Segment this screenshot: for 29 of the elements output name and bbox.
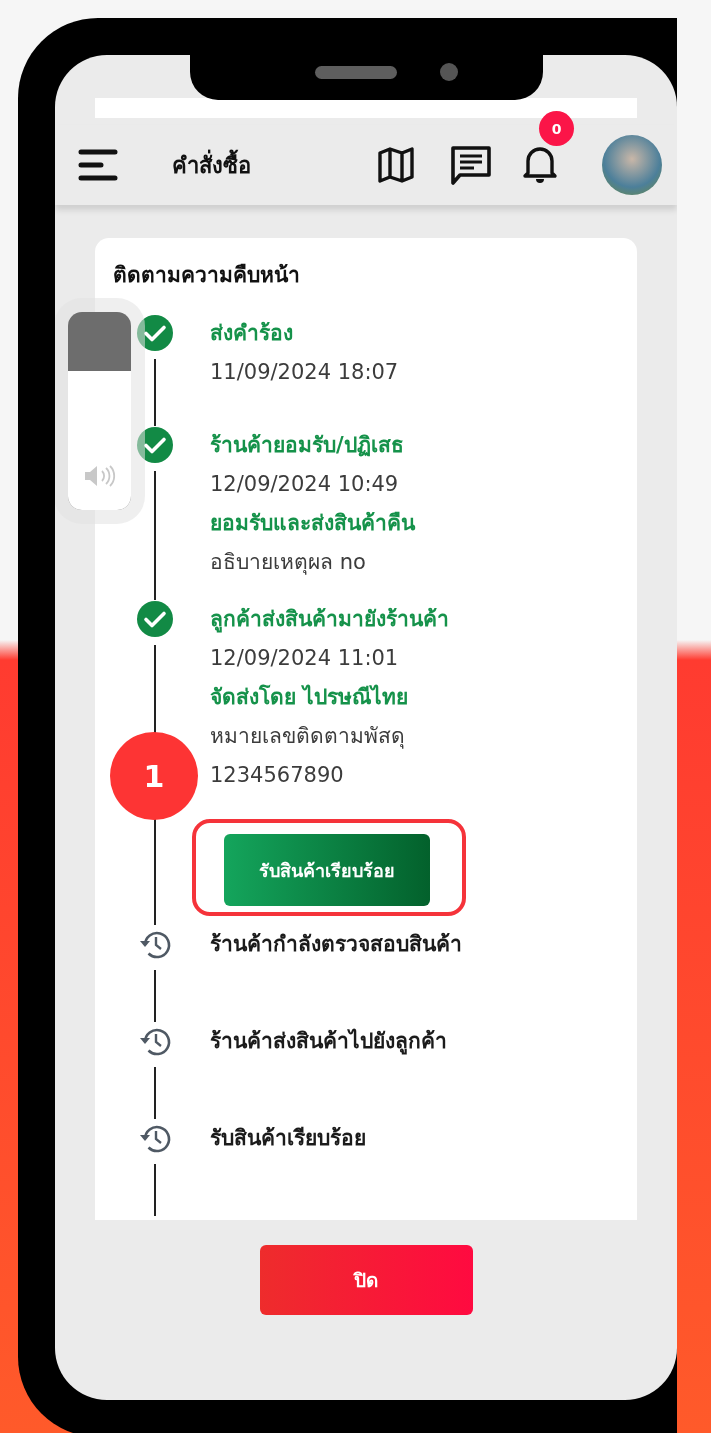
step-title: รับสินค้าเรียบร้อย	[210, 1125, 367, 1152]
check-circle-icon	[137, 601, 173, 637]
check-circle-icon	[137, 315, 173, 351]
speaker-icon	[82, 464, 117, 488]
step-date: 11/09/2024 18:07	[210, 359, 400, 386]
step-title: ร้านค้ากำลังตรวจสอบสินค้า	[210, 931, 463, 958]
menu-icon[interactable]	[78, 148, 118, 182]
step-title: ร้านค้ายอมรับ/ปฏิเสธ	[210, 432, 405, 459]
card-title: ติดตามความคืบหน้า	[113, 262, 301, 289]
chat-icon[interactable]	[450, 145, 492, 185]
step-note: อธิบายเหตุผล no	[210, 549, 367, 577]
step-note: 1234567890	[210, 762, 345, 789]
close-button[interactable]: ปิด	[259, 1245, 473, 1315]
step-title: ลูกค้าส่งสินค้ามายังร้านค้า	[210, 606, 450, 635]
step-note: หมายเลขติดตามพัสดุ	[210, 723, 406, 751]
received-button[interactable]: รับสินค้าเรียบร้อย	[224, 834, 430, 906]
map-icon[interactable]	[377, 146, 415, 184]
check-circle-icon	[137, 427, 173, 463]
page-title: คำสั่งซื้อ	[172, 147, 251, 183]
step-title: ส่งคำร้อง	[210, 320, 294, 347]
volume-slider[interactable]	[68, 312, 131, 510]
step-status-text: ยอมรับและส่งสินค้าคืน	[210, 510, 417, 537]
step-title: ร้านค้าส่งสินค้าไปยังลูกค้า	[210, 1027, 448, 1057]
step-date: 12/09/2024 10:49	[210, 471, 400, 498]
avatar-photo-placeholder[interactable]	[602, 135, 662, 195]
step-number-badge: 1	[110, 732, 198, 820]
step-status-text: จัดส่งโดย ไปรษณีไทย	[210, 683, 410, 711]
step-date: 12/09/2024 11:01	[210, 645, 400, 672]
notification-badge: 0	[539, 111, 574, 146]
